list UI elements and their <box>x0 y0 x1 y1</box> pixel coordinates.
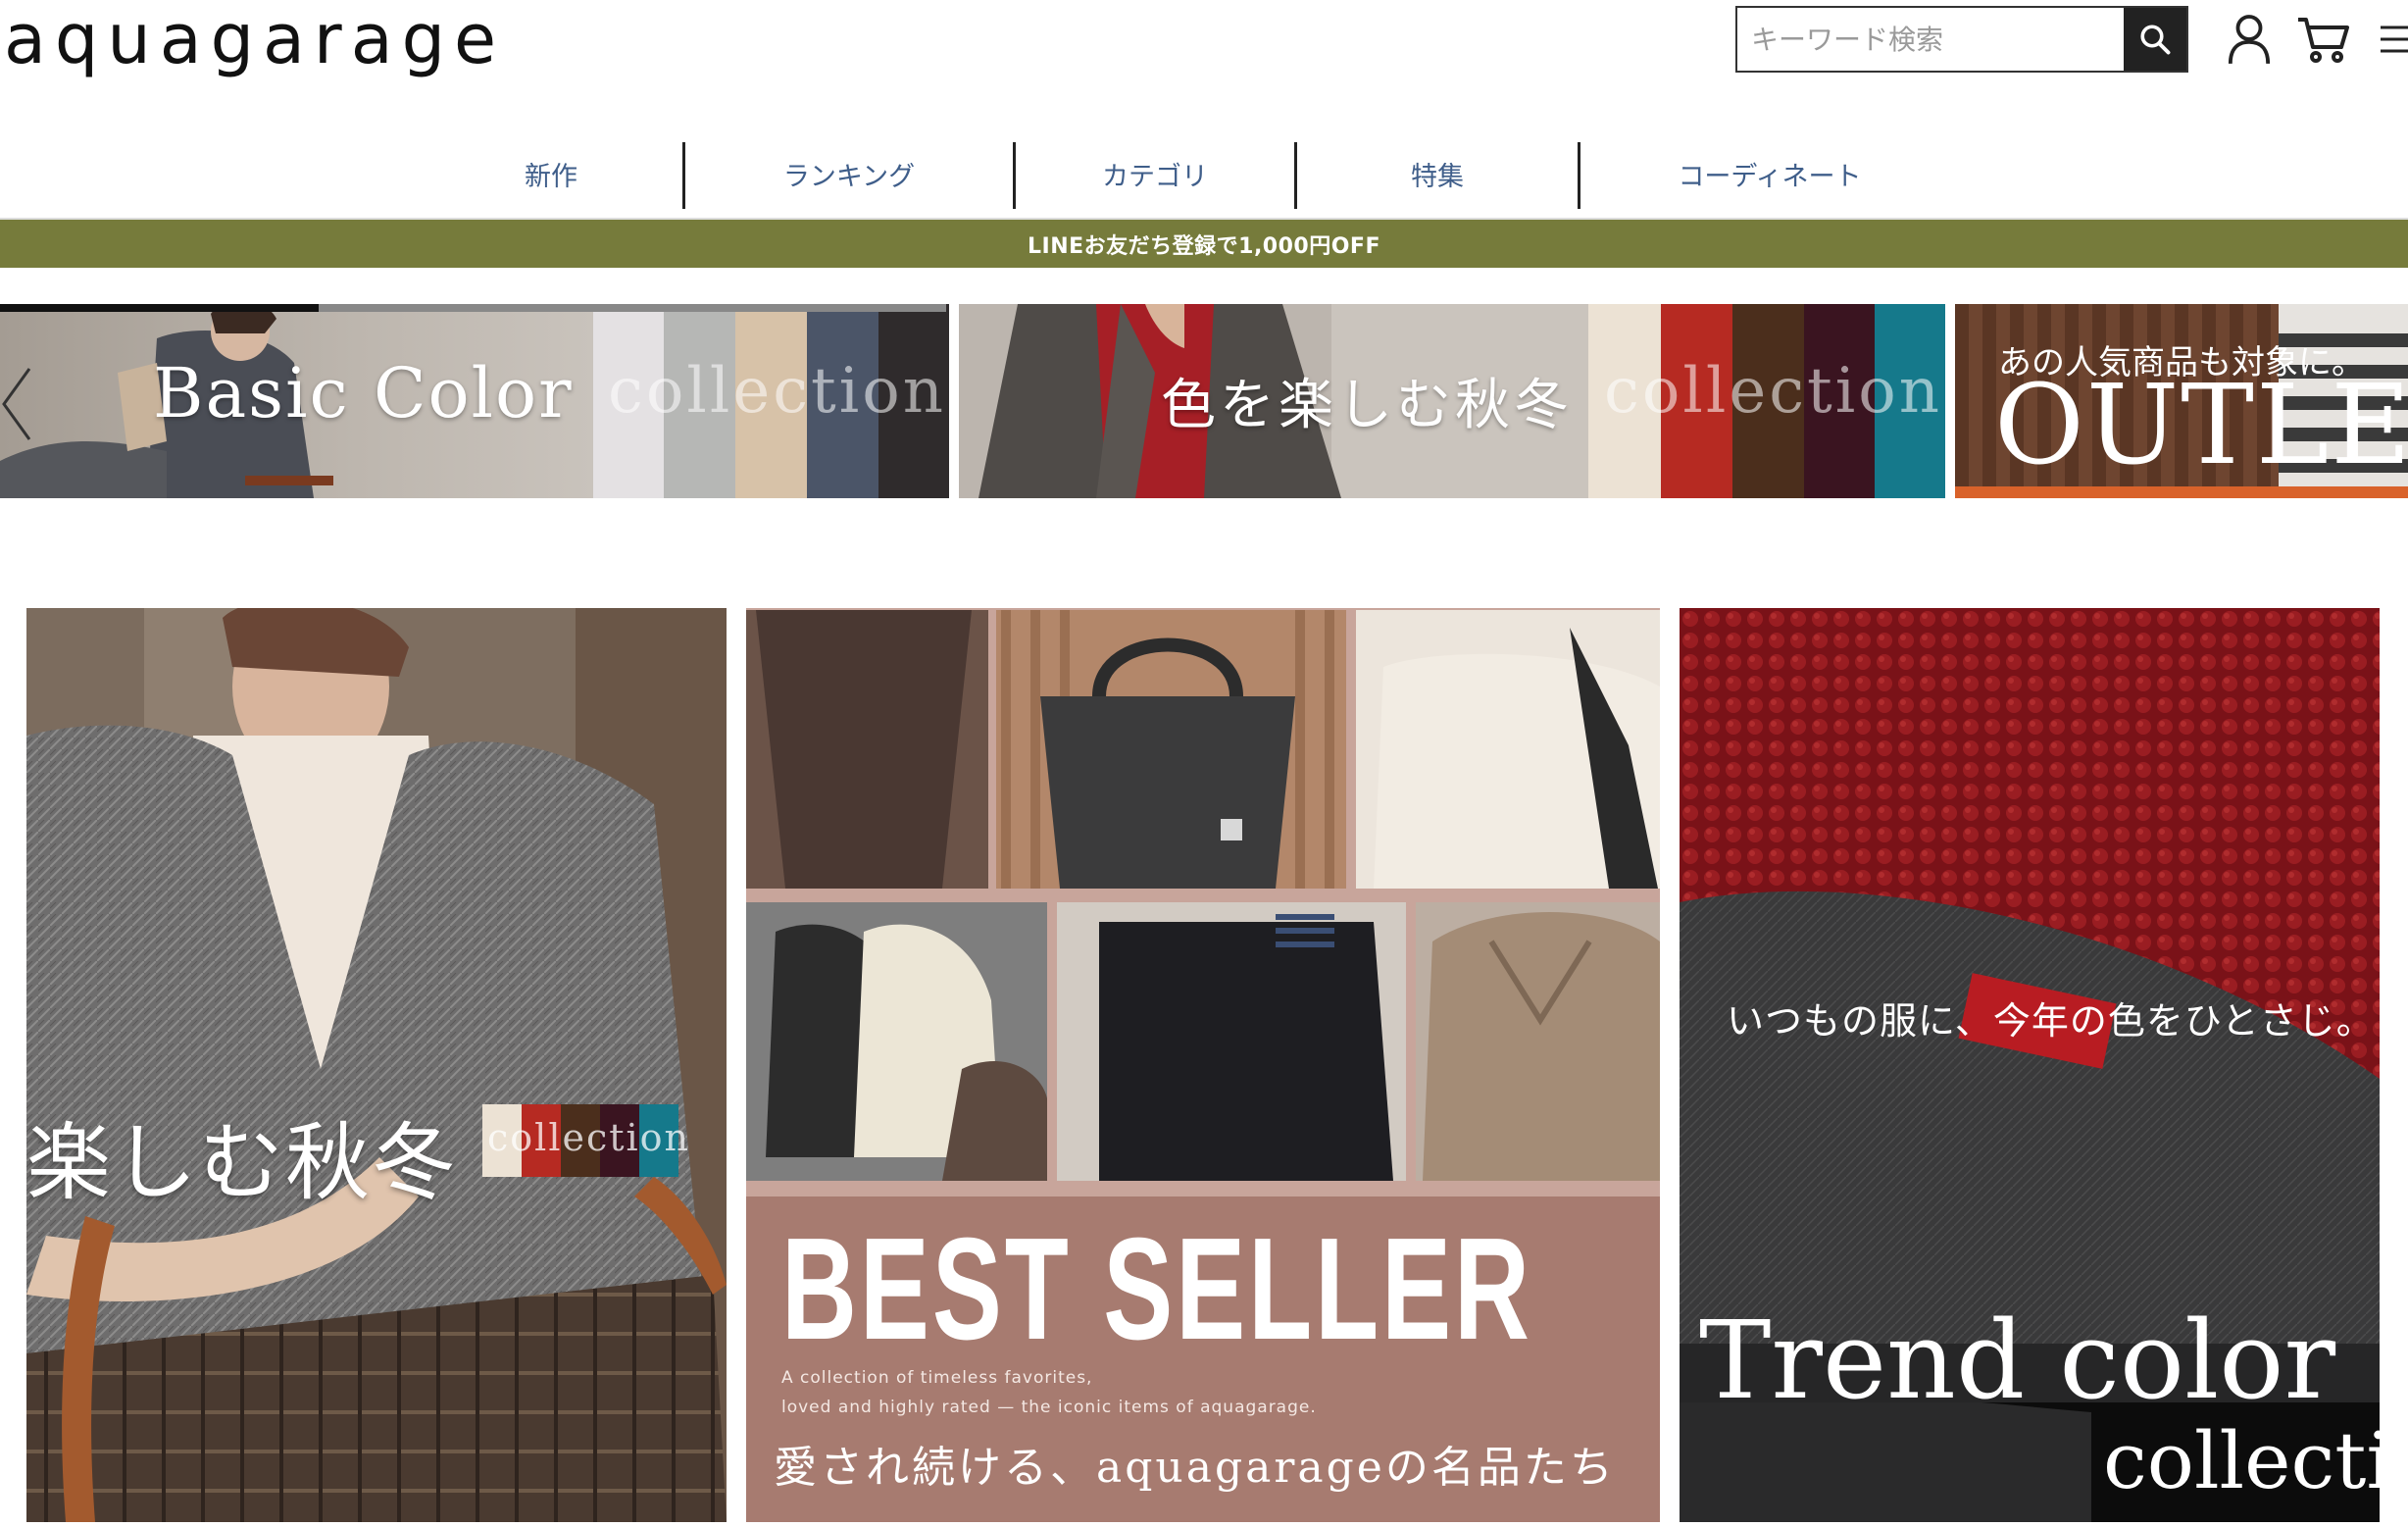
search-button[interactable] <box>2124 8 2186 71</box>
slide-title: OUTLE <box>1994 362 2408 489</box>
account-button[interactable] <box>2220 10 2279 69</box>
tagline-post: をひとさじ。 <box>2145 999 2375 1043</box>
carousel-slide-outlet[interactable]: あの人気商品も対象に。 OUTLE <box>1955 304 2408 498</box>
banner-autumn-winter[interactable]: 楽しむ秋冬 collection <box>26 608 727 1522</box>
search-icon <box>2140 25 2171 55</box>
promo-banner[interactable]: LINEお友だち登録で1,000円OFF <box>0 220 2408 268</box>
slide-title: Basic Color <box>153 353 574 433</box>
global-nav: 新作 ランキング カテゴリ 特集 コーディネート <box>0 142 2408 209</box>
banner-title: BEST SELLER <box>781 1208 1532 1370</box>
banner-best-seller[interactable]: BEST SELLER A collection of timeless fav… <box>746 608 1660 1522</box>
banner-caption: 愛され続ける、aquagarageの名品たち <box>774 1443 1616 1493</box>
search-input[interactable] <box>1737 8 2124 71</box>
banner-title: Trend color <box>1699 1298 2336 1423</box>
cart-icon <box>2298 18 2349 63</box>
slide-subtitle: collection <box>608 355 946 428</box>
cart-button[interactable] <box>2294 10 2353 69</box>
menu-button[interactable] <box>2373 10 2408 69</box>
carousel-slide-basic-color[interactable]: Basic Color collection <box>0 304 949 498</box>
tagline-highlight: 今年の色 <box>1992 999 2146 1043</box>
nav-item-ranking[interactable]: ランキング <box>685 142 1013 205</box>
nav-item-new[interactable]: 新作 <box>422 142 680 205</box>
search-box <box>1735 6 2188 73</box>
banner-tagline: loved and highly rated — the iconic item… <box>781 1398 1317 1417</box>
banner-subtitle: collection <box>487 1116 691 1159</box>
banner-title: 楽しむ秋冬 <box>26 1114 458 1212</box>
carousel-prev-button[interactable] <box>0 365 33 443</box>
carousel-progress-track <box>319 304 946 312</box>
banner-tagline: A collection of timeless favorites, <box>781 1368 1093 1388</box>
banner-trend-color[interactable]: いつもの服に、今年の色をひとさじ。 Trend color collectio <box>1680 608 2380 1522</box>
nav-item-category[interactable]: カテゴリ <box>1016 142 1294 205</box>
carousel-slide-autumn-winter[interactable]: 色を楽しむ秋冬 collection <box>959 304 1945 498</box>
site-logo[interactable]: aquagarage <box>4 0 505 78</box>
nav-item-feature[interactable]: 特集 <box>1297 142 1578 205</box>
slide-title: 色を楽しむ秋冬 <box>1161 374 1573 437</box>
feature-carousel: Basic Color collection 色を楽しむ秋冬 collectio… <box>0 304 2408 498</box>
carousel-progress <box>0 304 319 312</box>
tagline-pre: いつもの服に、 <box>1727 999 1993 1043</box>
user-icon <box>2228 15 2271 64</box>
hamburger-icon <box>2381 25 2408 53</box>
nav-item-coordinate[interactable]: コーディネート <box>1580 142 1959 205</box>
banner-photo <box>26 608 727 1522</box>
chevron-left-icon <box>2 368 31 440</box>
banner-tagline: いつもの服に、今年の色をひとさじ。 <box>1727 991 2375 1044</box>
banner-subtitle: collectio <box>2103 1415 2380 1506</box>
product-collage <box>746 608 1660 1196</box>
slide-subtitle: collection <box>1604 355 1942 428</box>
